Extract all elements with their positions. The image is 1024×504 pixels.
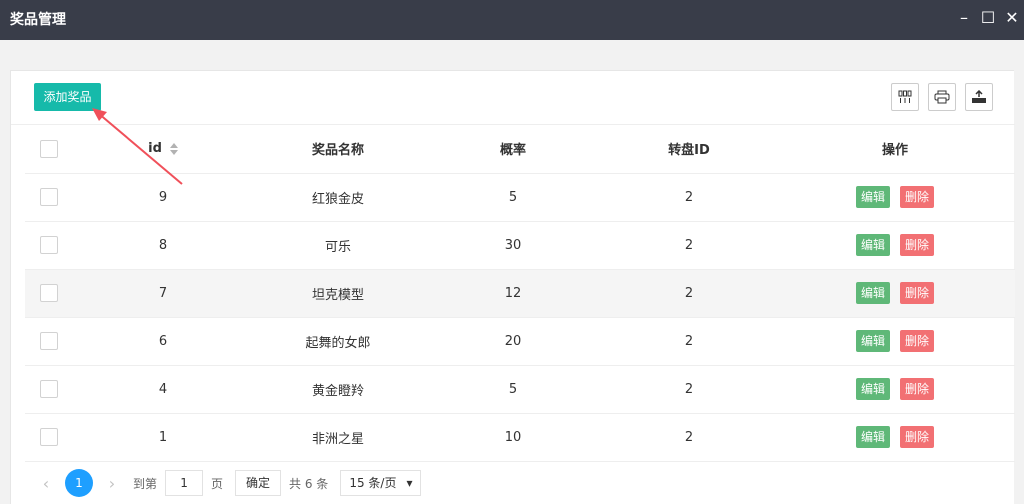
columns-icon[interactable] [891,83,919,111]
delete-button[interactable]: 删除 [900,282,935,304]
minimize-icon[interactable]: – [952,8,976,30]
table-row[interactable]: 6 起舞的女郎 20 2 编辑 删除 [25,317,1015,366]
row-checkbox[interactable] [40,380,58,398]
table-toolbar: 添加奖品 [11,71,1015,125]
table-row[interactable]: 7 坦克模型 12 2 编辑 删除 [25,269,1015,318]
total-count: 共 6 条 [289,476,329,491]
edit-button[interactable]: 编辑 [855,378,890,400]
cell-actions: 编辑 删除 [775,173,1015,222]
edit-button[interactable]: 编辑 [855,330,890,352]
cell-id: 7 [73,269,253,318]
maximize-icon[interactable]: ☐ [976,8,1000,30]
cell-name: 红狼金皮 [253,173,423,222]
cell-probability: 20 [423,317,603,366]
cell-actions: 编辑 删除 [775,317,1015,366]
delete-button[interactable]: 删除 [900,378,935,400]
cell-id: 6 [73,317,253,366]
header-id[interactable]: id [73,125,253,174]
select-all-checkbox[interactable] [40,139,58,158]
cell-id: 8 [73,221,253,270]
cell-actions: 编辑 删除 [775,269,1015,318]
cell-probability: 30 [423,221,603,270]
row-checkbox[interactable] [40,188,58,206]
cell-wheel-id: 2 [603,413,775,462]
prev-page-icon[interactable]: ‹ [33,474,59,493]
cell-actions: 编辑 删除 [775,365,1015,414]
edit-button[interactable]: 编辑 [855,282,890,304]
window-titlebar: 奖品管理 – ☐ ✕ [0,0,1024,40]
page-size-select[interactable]: 15 条/页 ▾ [340,470,422,496]
goto-page-input[interactable]: 1 [165,470,204,496]
chevron-down-icon: ▾ [406,476,413,490]
page-label: 页 [211,476,224,491]
delete-button[interactable]: 删除 [900,234,935,256]
prize-table-card: 添加奖品 id 奖品名称 概率 转盘ID 操作 9 红狼金皮 5 2 编辑 删除… [10,70,1015,504]
page-1-button[interactable]: 1 [65,469,93,497]
cell-wheel-id: 2 [603,221,775,270]
table-row[interactable]: 4 黄金瞪羚 5 2 编辑 删除 [25,365,1015,414]
window-title: 奖品管理 [10,12,66,28]
sort-icon[interactable] [169,142,178,155]
cell-id: 9 [73,173,253,222]
cell-wheel-id: 2 [603,317,775,366]
close-icon[interactable]: ✕ [1000,8,1024,30]
table-row[interactable]: 9 红狼金皮 5 2 编辑 删除 [25,173,1015,222]
cell-probability: 12 [423,269,603,318]
row-checkbox[interactable] [40,236,58,254]
header-actions: 操作 [775,125,1015,174]
prize-table: id 奖品名称 概率 转盘ID 操作 9 红狼金皮 5 2 编辑 删除 8 可乐 30 2 编辑 删除… [25,125,1015,462]
cell-name: 可乐 [253,221,423,270]
table-body: 9 红狼金皮 5 2 编辑 删除 8 可乐 30 2 编辑 删除 7 坦克模型 12 2 编辑 删除 6 起舞的女郎 2… [25,173,1015,462]
edit-button[interactable]: 编辑 [855,186,890,208]
toolbar-icons [891,83,993,111]
goto-label: 到第 [133,476,158,491]
delete-button[interactable]: 删除 [900,330,935,352]
table-row[interactable]: 1 非洲之星 10 2 编辑 删除 [25,413,1015,462]
export-icon[interactable] [965,83,993,111]
table-row[interactable]: 8 可乐 30 2 编辑 删除 [25,221,1015,270]
row-checkbox[interactable] [40,428,58,446]
cell-probability: 5 [423,173,603,222]
content-area: 添加奖品 id 奖品名称 概率 转盘ID 操作 9 红狼金皮 5 2 编辑 删除… [0,40,1024,504]
edit-button[interactable]: 编辑 [855,234,890,256]
edit-button[interactable]: 编辑 [855,426,890,448]
row-checkbox[interactable] [40,332,58,350]
table-header-row: id 奖品名称 概率 转盘ID 操作 [25,125,1015,174]
cell-actions: 编辑 删除 [775,221,1015,270]
cell-actions: 编辑 删除 [775,413,1015,462]
cell-probability: 5 [423,365,603,414]
cell-name: 坦克模型 [253,269,423,318]
cell-wheel-id: 2 [603,269,775,318]
cell-id: 4 [73,365,253,414]
cell-name: 起舞的女郎 [253,317,423,366]
row-checkbox[interactable] [40,284,58,302]
delete-button[interactable]: 删除 [900,426,935,448]
next-page-icon[interactable]: › [99,474,125,493]
cell-probability: 10 [423,413,603,462]
delete-button[interactable]: 删除 [900,186,935,208]
cell-wheel-id: 2 [603,173,775,222]
cell-wheel-id: 2 [603,365,775,414]
confirm-button[interactable]: 确定 [235,470,282,496]
header-name: 奖品名称 [253,125,423,174]
add-prize-button[interactable]: 添加奖品 [34,83,101,111]
header-probability: 概率 [423,125,603,174]
print-icon[interactable] [928,83,956,111]
pagination: ‹ 1 › 到第 1 页 确定 共 6 条 15 条/页 ▾ [33,468,422,498]
cell-name: 非洲之星 [253,413,423,462]
header-wheel-id: 转盘ID [603,125,775,174]
cell-name: 黄金瞪羚 [253,365,423,414]
window-controls: – ☐ ✕ [952,8,1024,30]
cell-id: 1 [73,413,253,462]
